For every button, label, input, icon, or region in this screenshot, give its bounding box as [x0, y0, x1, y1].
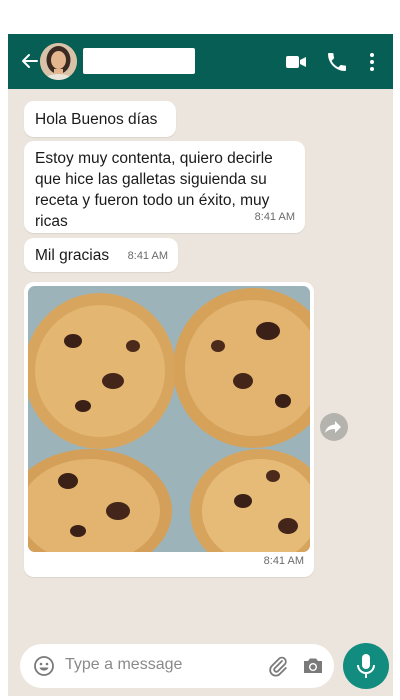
attach-button[interactable]: [267, 655, 289, 677]
message-bubble[interactable]: Mil gracias 8:41 AM: [24, 238, 178, 272]
message-composer: Type a message: [20, 644, 334, 688]
emoji-button[interactable]: [33, 655, 55, 677]
message-time: 8:41 AM: [254, 211, 295, 223]
message-text: Mil gracias: [35, 247, 110, 264]
chat-header: [8, 34, 393, 89]
more-vertical-icon: [370, 53, 374, 71]
microphone-icon: [357, 654, 375, 678]
contact-name[interactable]: [83, 48, 195, 74]
chat-screen: Hola Buenos días Estoy muy contenta, qui…: [8, 34, 393, 696]
forward-arrow-icon: [325, 421, 341, 433]
message-time: 8:41 AM: [127, 250, 168, 262]
phone-icon: [328, 53, 346, 71]
message-bubble[interactable]: Estoy muy contenta, quiero decirle que h…: [24, 141, 305, 233]
camera-button[interactable]: [301, 654, 325, 678]
message-bubble[interactable]: Hola Buenos días: [24, 101, 176, 137]
message-time: 8:41 AM: [263, 555, 304, 567]
video-camera-icon: [286, 56, 306, 68]
forward-button[interactable]: [320, 413, 348, 441]
back-button[interactable]: [20, 51, 40, 71]
arrow-left-icon: [22, 54, 38, 68]
image-message-bubble[interactable]: 8:41 AM: [24, 282, 314, 577]
camera-icon: [304, 658, 322, 673]
avatar-image: [40, 43, 77, 80]
emoji-icon: [34, 656, 54, 676]
video-call-button[interactable]: [284, 50, 308, 74]
chocolate-chip-cookies-photo: [28, 286, 310, 552]
message-input[interactable]: Type a message: [65, 656, 182, 674]
message-text: Hola Buenos días: [35, 111, 158, 128]
menu-button[interactable]: [360, 50, 384, 74]
voice-call-button[interactable]: [325, 50, 349, 74]
voice-message-button[interactable]: [343, 643, 389, 689]
avatar[interactable]: [40, 43, 77, 80]
cookies-photo[interactable]: [28, 286, 310, 552]
paperclip-icon: [269, 656, 287, 677]
